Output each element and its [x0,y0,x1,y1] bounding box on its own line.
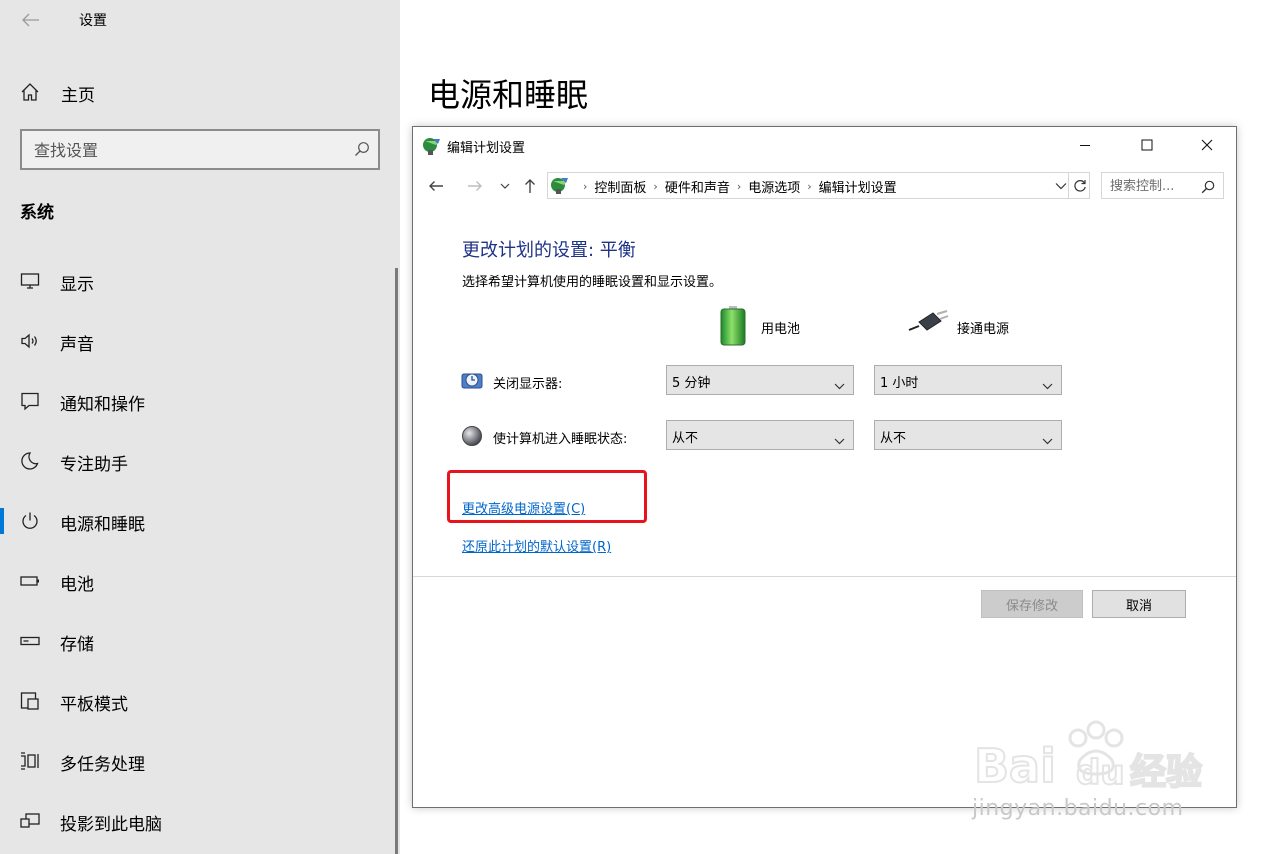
app-title: 设置 [79,13,107,29]
chevron-right-icon[interactable]: › [807,180,811,193]
sidebar-item-battery[interactable]: 电池 [0,559,396,603]
column-header-battery: 用电池 [761,322,801,337]
sidebar-item-label: 电源和睡眠 [60,515,145,535]
restore-defaults-link[interactable]: 还原此计划的默认设置(R) [462,536,611,555]
minimize-button[interactable] [1056,127,1114,163]
control-panel-search-box[interactable] [1101,172,1224,199]
sidebar-item-label: 通知和操作 [60,395,145,415]
tablet-mode-icon [20,691,40,711]
address-bar[interactable]: › 控制面板 › 硬件和声音 › 电源选项 › 编辑计划设置 [547,172,1090,199]
chevron-down-icon [1042,375,1053,394]
maximize-button[interactable] [1118,127,1176,163]
sidebar-item-notifications[interactable]: 通知和操作 [0,379,396,423]
sleep-plugged-select[interactable]: 从不 [874,420,1062,450]
breadcrumb-item[interactable]: 控制面板 [594,177,646,196]
breadcrumb-item[interactable]: 编辑计划设置 [819,177,897,196]
chevron-right-icon[interactable]: › [653,180,657,193]
sidebar-item-label: 专注助手 [60,455,128,475]
sidebar-item-label: 声音 [60,335,94,355]
edit-plan-settings-window: 编辑计划设置 › 控制面板 › 硬件和声音 › 电源选项 › 编辑计划设置 搜索… [412,126,1237,808]
search-icon[interactable] [1201,179,1215,198]
turn-off-display-battery-select[interactable]: 5 分钟 [666,365,854,395]
refresh-icon[interactable] [1068,172,1090,199]
sidebar-item-display[interactable]: 显示 [0,259,396,303]
column-header-plugged-in: 接通电源 [957,322,1010,337]
sidebar-scrollbar[interactable] [395,268,398,854]
back-arrow-icon[interactable] [14,6,48,34]
chevron-down-icon [834,375,845,394]
control-panel-icon [550,175,570,199]
sidebar-item-power-sleep[interactable]: 电源和睡眠 [0,499,396,543]
sleep-battery-select[interactable]: 从不 [666,420,854,450]
advanced-power-settings-link[interactable]: 更改高级电源设置(C) [462,498,585,517]
select-value: 5 分钟 [672,376,711,391]
sidebar-item-storage[interactable]: 存储 [0,619,396,663]
sidebar-item-home[interactable]: 主页 [0,70,400,114]
select-value: 从不 [672,431,699,446]
settings-search-box[interactable] [20,129,380,170]
breadcrumb-item[interactable]: 电源选项 [748,177,800,196]
power-icon [20,511,40,531]
svg-text:经验: 经验 [1130,752,1202,793]
multitasking-icon [20,751,40,771]
turn-off-display-plugged-select[interactable]: 1 小时 [874,365,1062,395]
sidebar-item-label: 投影到此电脑 [60,815,162,835]
sidebar-item-label: 存储 [60,635,94,655]
sidebar-item-tablet-mode[interactable]: 平板模式 [0,679,396,723]
plan-description: 选择希望计算机使用的睡眠设置和显示设置。 [462,275,723,290]
power-plug-icon [907,310,949,338]
chevron-right-icon[interactable]: › [737,180,741,193]
section-title: 系统 [20,203,54,223]
battery-icon [20,571,40,591]
control-panel-search-input[interactable] [1110,177,1200,195]
chevron-right-icon: › [583,180,588,193]
watermark-url: jingyan.baidu.com [972,796,1184,821]
battery-icon [719,305,747,351]
window-title: 编辑计划设置 [447,141,526,156]
sleep-label: 使计算机进入睡眠状态: [493,432,628,447]
sidebar-item-project[interactable]: 投影到此电脑 [0,799,396,843]
settings-sidebar: 设置 主页 系统 显示 声音 通知和操作 专注助手 电源和睡眠 电池 存储 [0,0,400,854]
sleep-moon-icon [461,425,483,451]
home-icon [20,82,40,106]
search-icon[interactable] [354,141,370,161]
save-changes-button[interactable]: 保存修改 [981,590,1083,618]
project-icon [20,811,40,831]
svg-text:Bai: Bai [974,739,1056,793]
cancel-button[interactable]: 取消 [1092,590,1186,618]
sidebar-item-label: 显示 [60,275,94,295]
chevron-down-icon [1042,430,1053,449]
sidebar-item-multitasking[interactable]: 多任务处理 [0,739,396,783]
forward-arrow-icon[interactable] [464,175,486,197]
page-title: 电源和睡眠 [428,76,589,114]
breadcrumb: › 控制面板 › 硬件和声音 › 电源选项 › 编辑计划设置 [576,177,897,196]
sidebar-item-focus-assist[interactable]: 专注助手 [0,439,396,483]
chevron-down-icon [834,430,845,449]
settings-search-input[interactable] [34,140,334,160]
speaker-icon [20,331,40,351]
power-options-icon [422,136,442,160]
divider [413,576,1236,577]
notification-icon [20,391,40,411]
svg-text:du: du [1076,753,1125,793]
sidebar-item-label: 多任务处理 [60,755,145,775]
monitor-icon [20,271,40,291]
up-arrow-icon[interactable] [519,175,541,197]
sidebar-item-label: 电池 [60,575,94,595]
chevron-down-icon[interactable] [497,175,513,197]
close-button[interactable] [1178,127,1236,163]
sidebar-item-label: 主页 [61,86,95,106]
select-value: 1 小时 [880,376,919,391]
sidebar-item-sound[interactable]: 声音 [0,319,396,363]
breadcrumb-item[interactable]: 硬件和声音 [665,177,730,196]
moon-icon [20,451,40,471]
select-value: 从不 [880,431,907,446]
display-clock-icon [461,370,483,396]
sidebar-item-label: 平板模式 [60,695,128,715]
turn-off-display-label: 关闭显示器: [493,377,563,392]
back-arrow-icon[interactable] [425,175,447,197]
plan-heading: 更改计划的设置: 平衡 [462,240,636,261]
storage-icon [20,631,40,651]
